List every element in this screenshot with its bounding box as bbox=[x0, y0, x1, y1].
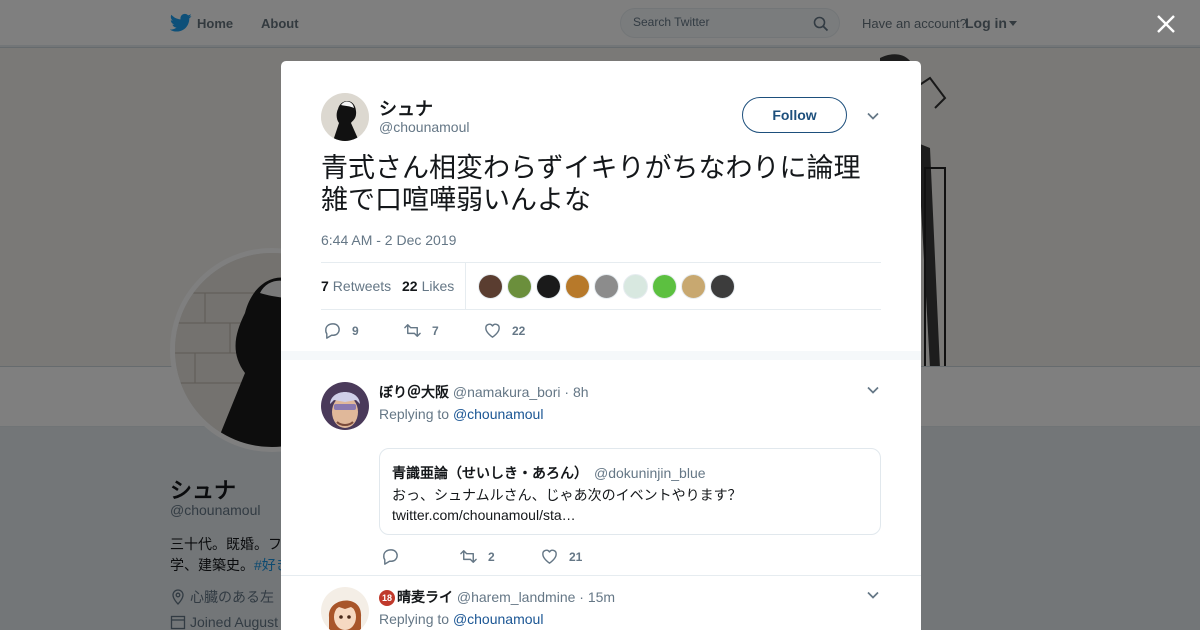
quote-author-handle: @dokuninjin_blue bbox=[594, 465, 706, 481]
replying-to-link[interactable]: @chounamoul bbox=[453, 406, 544, 422]
author-avatar[interactable] bbox=[321, 93, 369, 141]
chevron-down-icon[interactable] bbox=[865, 382, 881, 398]
reply-author-name[interactable]: 晴麦ライ bbox=[397, 589, 453, 605]
reply-avatar[interactable] bbox=[321, 382, 369, 430]
liker-avatar[interactable] bbox=[507, 274, 532, 299]
author-avatar-image bbox=[321, 93, 369, 141]
liker-avatar[interactable] bbox=[652, 274, 677, 299]
retweet-count: 7 bbox=[432, 323, 439, 338]
replying-to: Replying to @chounamoul bbox=[379, 611, 543, 627]
liker-avatar[interactable] bbox=[536, 274, 561, 299]
reply-action[interactable]: 9 bbox=[323, 321, 359, 340]
chevron-down-icon[interactable] bbox=[865, 108, 881, 124]
separator-dot: · bbox=[579, 589, 584, 605]
liker-avatar[interactable] bbox=[478, 274, 503, 299]
reply-avatar[interactable] bbox=[321, 587, 369, 630]
liker-avatar[interactable] bbox=[710, 274, 735, 299]
reply-author-name[interactable]: ぼり＠大阪 bbox=[379, 384, 449, 400]
tweet-stats: 7 Retweets 22 Likes bbox=[321, 262, 881, 310]
replying-to-link[interactable]: @chounamoul bbox=[453, 611, 544, 627]
retweets-count: 7 bbox=[321, 278, 329, 294]
quote-author-name: 青識亜論（せいしき・あろん） bbox=[392, 465, 588, 481]
quote-link: twitter.com/chounamoul/sta… bbox=[392, 507, 576, 523]
reply-action[interactable] bbox=[381, 547, 410, 566]
like-action[interactable]: 22 bbox=[483, 321, 525, 340]
quote-text: おっ、シュナムルさん、じゃあ次のイベントやります？ twitter.com/ch… bbox=[392, 485, 742, 525]
like-count: 22 bbox=[512, 323, 526, 338]
reply-icon bbox=[325, 323, 340, 339]
liker-avatar[interactable] bbox=[623, 274, 648, 299]
retweet-action[interactable]: 7 bbox=[403, 321, 439, 340]
follow-button[interactable]: Follow bbox=[742, 97, 847, 133]
replying-to: Replying to @chounamoul bbox=[379, 406, 543, 422]
reply-time[interactable]: 8h bbox=[573, 384, 589, 400]
likes-label: Likes bbox=[421, 278, 455, 294]
replying-to-label: Replying to bbox=[379, 611, 450, 627]
reply-header: 18 晴麦ライ @harem_landmine · 15m bbox=[379, 587, 615, 607]
author-name[interactable]: シュナ bbox=[379, 95, 433, 121]
tweet-permalink-modal: シュナ @chounamoul Follow 青式さん相変わらずイキりがちなわり… bbox=[281, 61, 921, 630]
close-icon[interactable] bbox=[1155, 13, 1177, 35]
reply-author-handle[interactable]: @harem_landmine bbox=[457, 589, 576, 605]
tweet-text: 青式さん相変わらずイキりがちなわりに論理雑で口喧嘩弱いんよな bbox=[321, 153, 861, 215]
retweet-icon bbox=[460, 550, 477, 563]
quote-text-line-1: おっ、シュナムルさん、じゃあ次のイベントやります？ bbox=[392, 487, 742, 503]
reply-avatar-image bbox=[321, 382, 369, 430]
heart-icon bbox=[542, 549, 557, 564]
liker-avatar[interactable] bbox=[681, 274, 706, 299]
retweet-action[interactable]: 2 bbox=[459, 547, 495, 566]
retweets-label: Retweets bbox=[332, 278, 392, 294]
retweets-stat[interactable]: 7 Retweets bbox=[321, 278, 391, 294]
reply-count: 9 bbox=[352, 323, 359, 338]
separator-dot: · bbox=[564, 384, 570, 400]
reply-author-handle[interactable]: @namakura_bori bbox=[453, 384, 561, 400]
liker-avatar[interactable] bbox=[594, 274, 619, 299]
like-action[interactable]: 21 bbox=[540, 547, 582, 566]
replying-to-label: Replying to bbox=[379, 406, 450, 422]
heart-icon bbox=[485, 323, 500, 338]
liker-avatars bbox=[478, 274, 739, 300]
likes-stat[interactable]: 22 Likes bbox=[402, 278, 454, 294]
liker-avatar[interactable] bbox=[565, 274, 590, 299]
reply-time[interactable]: 15m bbox=[588, 589, 615, 605]
reply-divider bbox=[281, 575, 921, 576]
stats-divider bbox=[465, 263, 466, 309]
author-handle[interactable]: @chounamoul bbox=[379, 119, 470, 135]
reply-action-bar: 2 21 bbox=[379, 547, 879, 567]
likes-count: 22 bbox=[402, 278, 418, 294]
quoted-tweet-card[interactable]: 青識亜論（せいしき・あろん） @dokuninjin_blue おっ、シュナムルさ… bbox=[379, 448, 881, 535]
like-count: 21 bbox=[569, 549, 583, 564]
tweet-timestamp[interactable]: 6:44 AM - 2 Dec 2019 bbox=[321, 232, 456, 248]
retweet-count: 2 bbox=[488, 549, 495, 564]
quote-author: 青識亜論（せいしき・あろん） @dokuninjin_blue bbox=[392, 463, 706, 483]
chevron-down-icon[interactable] bbox=[865, 587, 881, 603]
reply-avatar-image bbox=[321, 587, 369, 630]
reply-header: ぼり＠大阪 @namakura_bori · 8h bbox=[379, 382, 589, 402]
reply-icon bbox=[383, 549, 398, 565]
retweet-icon bbox=[404, 324, 421, 337]
tweet-action-bar: 9 7 22 bbox=[321, 321, 881, 341]
replies-divider bbox=[281, 351, 921, 360]
age-18-badge: 18 bbox=[379, 590, 395, 606]
